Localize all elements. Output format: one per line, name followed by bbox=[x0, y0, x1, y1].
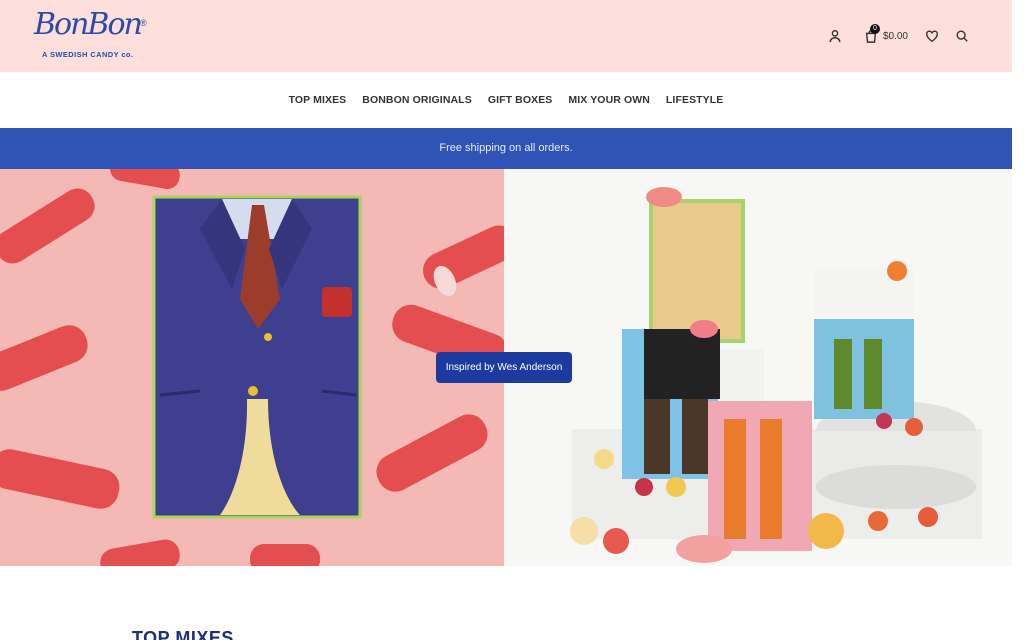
announcement-bar: Free shipping on all orders. bbox=[0, 128, 1012, 169]
cart-button[interactable]: 0 $0.00 bbox=[861, 24, 908, 46]
candy-boxes-photo bbox=[570, 187, 982, 563]
site-header: BonBon ® A SWEDISH CANDY co. 0 $0.00 bbox=[0, 0, 1012, 72]
brand-name: BonBon bbox=[34, 7, 143, 42]
brand-tagline: A SWEDISH CANDY co. bbox=[42, 50, 134, 59]
section-title-top-mixes: TOP MIXES bbox=[132, 628, 234, 640]
hero-image-right[interactable] bbox=[504, 169, 1012, 566]
main-navigation: TOP MIXES BONBON ORIGINALS GIFT BOXES MI… bbox=[0, 72, 1012, 128]
nav-gift-boxes[interactable]: GIFT BOXES bbox=[488, 94, 553, 106]
heart-icon[interactable] bbox=[922, 26, 942, 46]
user-icon[interactable] bbox=[825, 26, 845, 46]
registered-mark: ® bbox=[140, 18, 147, 28]
hero-banner: Inspired by Wes Anderson bbox=[0, 169, 1012, 566]
hero-cta-button[interactable]: Inspired by Wes Anderson bbox=[436, 352, 572, 383]
nav-lifestyle[interactable]: LIFESTYLE bbox=[666, 94, 724, 106]
nav-top-mixes[interactable]: TOP MIXES bbox=[289, 94, 347, 106]
brand-logo[interactable]: BonBon ® A SWEDISH CANDY co. bbox=[34, 8, 154, 62]
candy-box-illustration bbox=[0, 169, 518, 566]
cart-icon: 0 bbox=[861, 24, 881, 46]
hero-image-left[interactable] bbox=[0, 169, 518, 566]
cart-count-badge: 0 bbox=[869, 24, 880, 34]
search-icon[interactable] bbox=[952, 26, 972, 46]
header-actions: 0 $0.00 bbox=[815, 24, 972, 46]
nav-bonbon-originals[interactable]: BONBON ORIGINALS bbox=[362, 94, 472, 106]
cart-total: $0.00 bbox=[882, 30, 908, 42]
nav-mix-your-own[interactable]: MIX YOUR OWN bbox=[568, 94, 650, 106]
